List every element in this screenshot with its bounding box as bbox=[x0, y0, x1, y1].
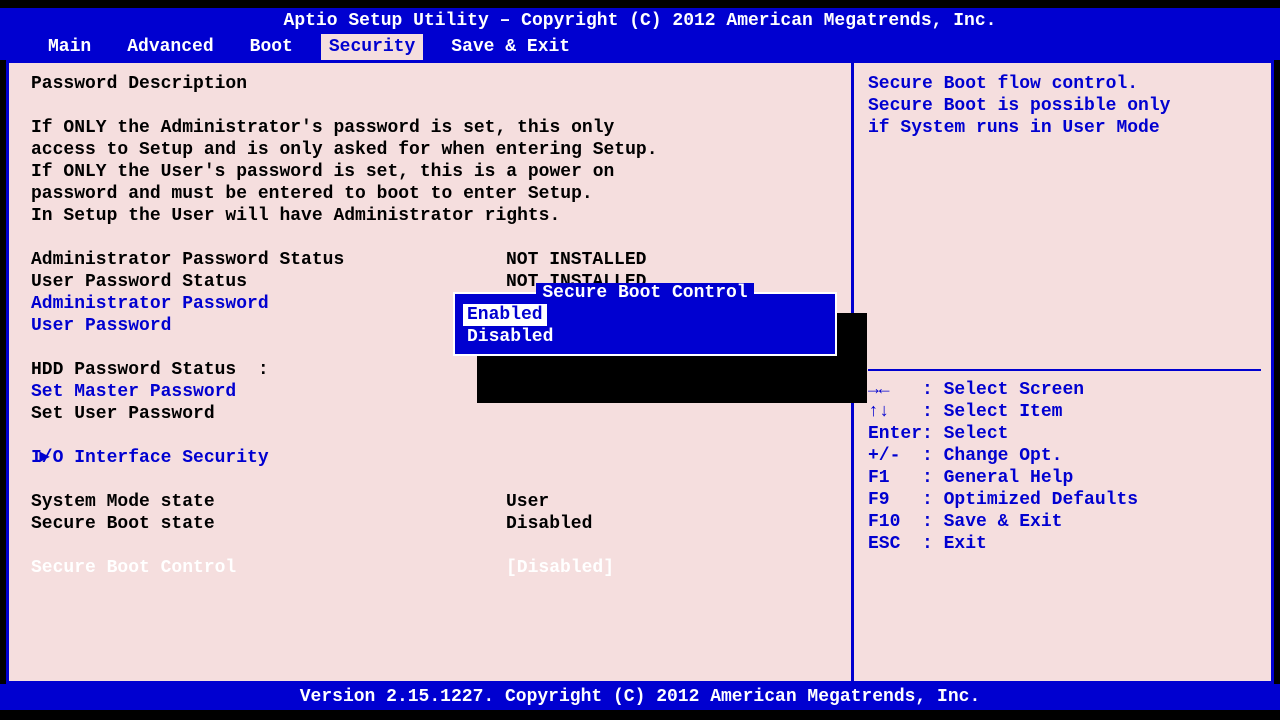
tab-main[interactable]: Main bbox=[40, 34, 99, 60]
desc-line: password and must be entered to boot to … bbox=[31, 183, 829, 205]
key-row: ↑↓ : Select Item bbox=[868, 401, 1261, 423]
desc-line: If ONLY the User's password is set, this… bbox=[31, 161, 829, 183]
password-description-title: Password Description bbox=[31, 73, 829, 95]
popup-option-enabled[interactable]: Enabled bbox=[463, 304, 547, 326]
admin-pw-status-label: Administrator Password Status bbox=[31, 249, 506, 271]
desc-line: access to Setup and is only asked for wh… bbox=[31, 139, 829, 161]
header-title: Aptio Setup Utility – Copyright (C) 2012… bbox=[0, 8, 1280, 34]
tab-security[interactable]: Security bbox=[321, 34, 423, 60]
tab-boot[interactable]: Boot bbox=[242, 34, 301, 60]
secure-boot-state-label: Secure Boot state bbox=[31, 513, 506, 535]
system-mode-value: User bbox=[506, 491, 829, 513]
side-panel: Secure Boot flow control. Secure Boot is… bbox=[854, 60, 1274, 684]
key-row: F1 : General Help bbox=[868, 467, 1261, 489]
popup-option-disabled[interactable]: Disabled bbox=[463, 326, 827, 348]
key-row: Enter: Select bbox=[868, 423, 1261, 445]
tab-advanced[interactable]: Advanced bbox=[119, 34, 221, 60]
admin-pw-status-value: NOT INSTALLED bbox=[506, 249, 829, 271]
main-panel: Password Description If ONLY the Adminis… bbox=[6, 60, 854, 684]
help-text: Secure Boot flow control. Secure Boot is… bbox=[868, 73, 1261, 371]
desc-line: In Setup the User will have Administrato… bbox=[31, 205, 829, 227]
secure-boot-control-row[interactable]: Secure Boot Control [Disabled] bbox=[31, 557, 829, 579]
user-pw-status-label: User Password Status bbox=[31, 271, 506, 293]
key-row: +/- : Change Opt. bbox=[868, 445, 1261, 467]
tab-bar: Main Advanced Boot Security Save & Exit bbox=[0, 34, 1280, 60]
secure-boot-control-popup: Secure Boot Control Enabled Disabled bbox=[453, 292, 837, 356]
secure-boot-control-value: [Disabled] bbox=[506, 557, 829, 579]
system-mode-label: System Mode state bbox=[31, 491, 506, 513]
secure-boot-control-label: Secure Boot Control bbox=[31, 557, 506, 579]
key-row: F10 : Save & Exit bbox=[868, 511, 1261, 533]
key-row: ESC : Exit bbox=[868, 533, 1261, 555]
key-row: →← : Select Screen bbox=[868, 379, 1261, 401]
popup-title: Secure Boot Control bbox=[463, 282, 827, 304]
footer: Version 2.15.1227. Copyright (C) 2012 Am… bbox=[0, 684, 1280, 710]
io-interface-security[interactable]: ► I/O Interface Security bbox=[31, 447, 829, 469]
key-help: →← : Select Screen ↑↓ : Select Item Ente… bbox=[868, 371, 1261, 671]
tab-save-exit[interactable]: Save & Exit bbox=[443, 34, 578, 60]
desc-line: If ONLY the Administrator's password is … bbox=[31, 117, 829, 139]
secure-boot-state-value: Disabled bbox=[506, 513, 829, 535]
hdd-pw-status-label: HDD Password Status : bbox=[31, 359, 506, 381]
submenu-arrow-icon: ► bbox=[39, 447, 50, 469]
key-row: F9 : Optimized Defaults bbox=[868, 489, 1261, 511]
set-user-password[interactable]: Set User Password bbox=[31, 403, 829, 425]
